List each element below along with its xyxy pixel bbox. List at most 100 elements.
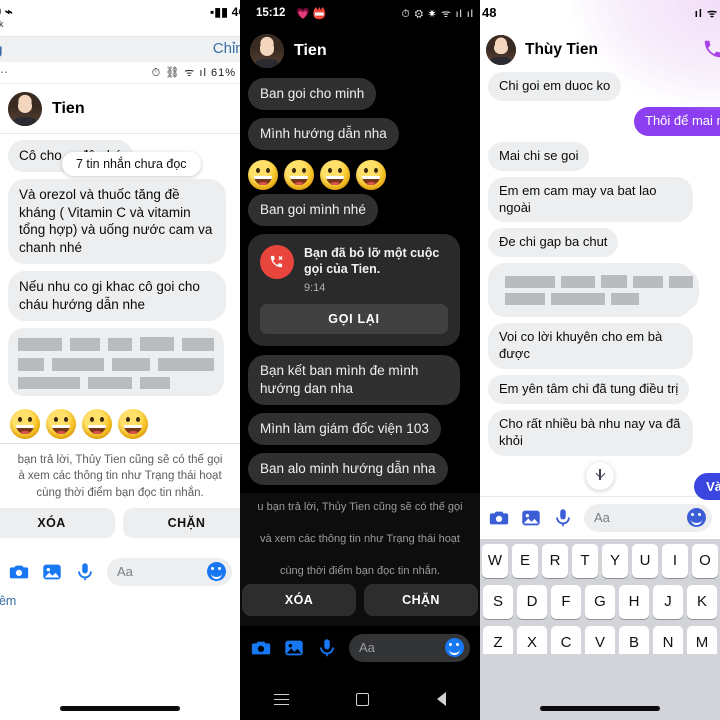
smiley-icon[interactable] bbox=[118, 408, 148, 439]
delete-button[interactable]: XÓA bbox=[242, 583, 356, 616]
message-bubble[interactable]: Em em cam may va bat lao ngoài bbox=[488, 176, 693, 223]
scroll-to-bottom-icon[interactable] bbox=[586, 461, 614, 490]
message-bubble[interactable]: Mình hướng dẫn nha bbox=[248, 118, 399, 151]
microphone-icon[interactable] bbox=[552, 507, 574, 529]
key-j[interactable]: J bbox=[653, 584, 683, 619]
avatar[interactable] bbox=[486, 35, 516, 65]
status-bar-right: 48 ıl ᯤ bbox=[480, 0, 720, 30]
warning-line: cùng thời điểm bạn đọc tin nhắn. bbox=[279, 564, 441, 577]
key-f[interactable]: F bbox=[551, 584, 581, 619]
status-time-left: 0 ⌁ ok bbox=[0, 4, 13, 29]
conversation-header-left[interactable]: Tien bbox=[0, 84, 240, 134]
reaction-emoji-row-middle[interactable] bbox=[248, 158, 472, 194]
phone-icon[interactable] bbox=[702, 38, 720, 60]
key-h[interactable]: H bbox=[619, 584, 649, 619]
send-suggestion-chip[interactable]: Và bbox=[694, 472, 720, 500]
panel-right-messenger-keyboard: 48 ıl ᯤ Thùy Tien Chi goi em duoc ko Thô… bbox=[480, 0, 720, 720]
key-e[interactable]: E bbox=[512, 543, 538, 578]
avatar[interactable] bbox=[8, 91, 42, 126]
message-bubble[interactable]: Nếu nhu co gi khac cô goi cho cháu hướng… bbox=[8, 271, 226, 321]
delete-button[interactable]: XÓA bbox=[0, 507, 115, 538]
contact-name: Tien bbox=[52, 99, 85, 117]
message-bubble[interactable]: Ban goi cho minh bbox=[248, 78, 377, 111]
message-input-right[interactable]: Aa bbox=[584, 503, 712, 532]
key-u[interactable]: U bbox=[632, 543, 658, 578]
key-k[interactable]: K bbox=[687, 584, 717, 619]
message-bubble[interactable]: Voi co lời khuyên cho em bà được bbox=[488, 323, 693, 370]
status-bar-left: 0 ⌁ ok ▪▮▮ 4G bbox=[0, 0, 240, 36]
gallery-icon[interactable] bbox=[283, 637, 305, 659]
privacy-warning-left: bạn trả lời, Thủy Tien cũng sẽ có thế gọ… bbox=[0, 442, 240, 550]
emoji-icon[interactable] bbox=[445, 638, 464, 658]
emoji-icon[interactable] bbox=[207, 562, 226, 582]
key-r[interactable]: R bbox=[542, 543, 568, 578]
reaction-emoji-row-left[interactable] bbox=[0, 403, 240, 443]
key-w[interactable]: W bbox=[482, 543, 508, 578]
redaction-blur bbox=[8, 327, 224, 396]
three-panel-screenshot-composite: 0 ⌁ ok ▪▮▮ 4G g Chỉnh ⋯ ⏱ ⛓ ᯤ ıl 61% Tie… bbox=[0, 0, 720, 720]
back-icon[interactable] bbox=[437, 692, 447, 706]
keyboard-row-1: WERTYUIO bbox=[482, 543, 718, 578]
subbar-left-label[interactable]: g bbox=[0, 41, 3, 57]
smiley-icon[interactable] bbox=[320, 160, 350, 191]
message-bubble[interactable]: Cho rất nhiều bà nhu nay va đã khỏi bbox=[488, 410, 693, 456]
gallery-icon[interactable] bbox=[520, 507, 542, 529]
unread-count-pill[interactable]: 7 tin nhắn chưa đọc bbox=[62, 152, 201, 176]
missed-call-card[interactable]: Bạn đã bỏ lỡ một cuộc gọi của Tien. 9:14… bbox=[248, 234, 460, 346]
smiley-icon[interactable] bbox=[356, 160, 386, 191]
status-system-icons: ⏱ ⚙ ✷ ᯤ ıl ıl bbox=[401, 8, 474, 20]
key-s[interactable]: S bbox=[483, 584, 513, 619]
smiley-icon[interactable] bbox=[46, 408, 76, 439]
panel-middle-messenger-dark: 15:12 💗 📛 ⏱ ⚙ ✷ ᯤ ıl ıl Tien Ban goi cho… bbox=[240, 0, 480, 720]
edit-button[interactable]: Chỉnh bbox=[213, 40, 240, 57]
message-bubble[interactable]: Mình làm giám đốc viện 103 bbox=[248, 412, 441, 445]
secondary-status-strip: ⋯ ⏱ ⛓ ᯤ ıl 61% bbox=[0, 62, 240, 84]
emoji-icon[interactable] bbox=[687, 508, 706, 528]
call-back-button[interactable]: GỌI LẠI bbox=[260, 303, 448, 334]
key-y[interactable]: Y bbox=[602, 543, 628, 578]
message-bubble[interactable]: Bạn kết ban mình đe mình hướng dan nha bbox=[248, 354, 460, 405]
message-input-left[interactable]: Aa bbox=[107, 557, 232, 586]
conversation-header-right[interactable]: Thùy Tien bbox=[480, 30, 720, 70]
status-time-value: 0 ⌁ bbox=[0, 4, 13, 19]
home-indicator-right bbox=[540, 706, 660, 711]
message-bubble[interactable]: Và orezol và thuốc tăng đề kháng ( Vitam… bbox=[8, 178, 226, 265]
action-row-left: XÓA CHẶN bbox=[0, 502, 240, 544]
message-bubble[interactable]: Đe chi gap ba chut bbox=[488, 228, 619, 258]
camera-icon[interactable] bbox=[488, 507, 510, 529]
message-bubble-redacted[interactable] bbox=[488, 263, 699, 318]
key-d[interactable]: D bbox=[517, 584, 547, 619]
block-button[interactable]: CHẶN bbox=[123, 507, 240, 538]
menu-icon[interactable] bbox=[273, 693, 289, 705]
message-bubble-redacted[interactable] bbox=[8, 327, 224, 396]
overflow-dots-icon[interactable]: ⋯ bbox=[0, 65, 9, 79]
camera-icon[interactable] bbox=[8, 561, 30, 583]
message-input-middle[interactable]: Aa bbox=[349, 633, 470, 662]
network-type: 4G bbox=[231, 5, 240, 19]
key-i[interactable]: I bbox=[662, 543, 688, 578]
message-bubble[interactable]: Em yên tâm chi đã tung điều trị bbox=[488, 375, 690, 405]
avatar[interactable] bbox=[250, 34, 284, 68]
message-bubble[interactable]: Ban goi mình nhé bbox=[248, 194, 378, 227]
smiley-icon[interactable] bbox=[248, 160, 278, 191]
smiley-icon[interactable] bbox=[284, 160, 314, 191]
home-icon[interactable] bbox=[356, 692, 370, 706]
warning-line: à xem các thông tin như Trạng thái hoạt bbox=[18, 470, 222, 483]
key-t[interactable]: T bbox=[572, 543, 598, 578]
message-bubble[interactable]: Mai chi se goi bbox=[488, 141, 590, 171]
camera-icon[interactable] bbox=[250, 637, 272, 659]
conversation-header-middle[interactable]: Tien bbox=[240, 28, 480, 74]
message-bubble-outgoing[interactable]: Thôi để mai nh bbox=[634, 106, 720, 136]
status-carrier: ok bbox=[0, 19, 4, 29]
message-bubble[interactable]: Ban alo minh hướng dẫn nha bbox=[248, 452, 448, 486]
gallery-icon[interactable] bbox=[41, 561, 63, 583]
smiley-icon[interactable] bbox=[10, 408, 40, 439]
microphone-icon[interactable] bbox=[74, 561, 96, 583]
warning-line: u bạn trả lời, Thủy Tien cũng sẽ có thế … bbox=[257, 501, 463, 514]
microphone-icon[interactable] bbox=[316, 637, 338, 659]
key-o[interactable]: O bbox=[692, 543, 718, 578]
message-list-right: Chi goi em duoc ko Thôi để mai nh Mai ch… bbox=[480, 70, 720, 456]
key-g[interactable]: G bbox=[585, 584, 615, 619]
smiley-icon[interactable] bbox=[82, 408, 112, 439]
block-button[interactable]: CHẶN bbox=[364, 583, 478, 616]
